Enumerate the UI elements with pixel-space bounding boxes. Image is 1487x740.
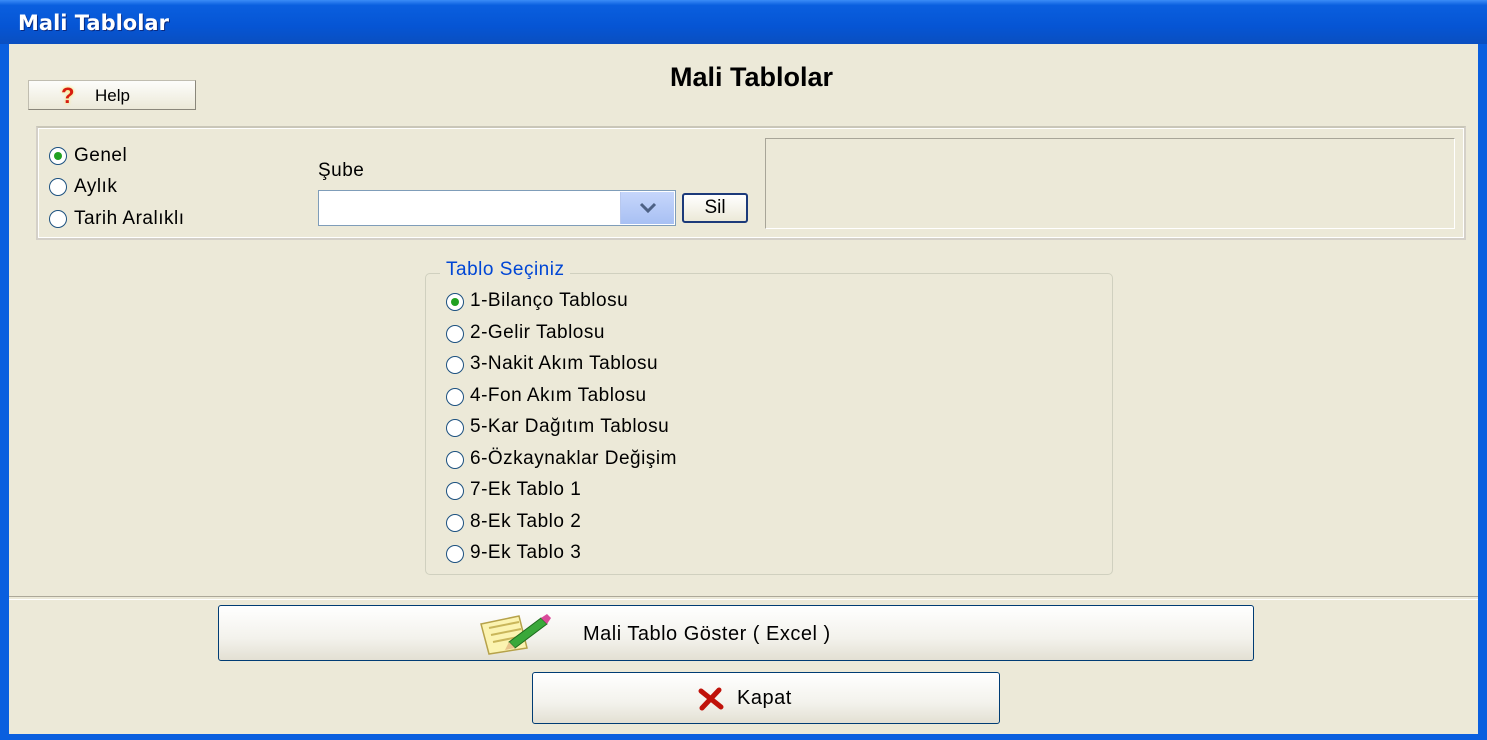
radio-genel-label[interactable]: Genel [74, 145, 127, 167]
radio-table-2-label[interactable]: 2-Gelir Tablosu [470, 322, 605, 344]
radio-table-6-label[interactable]: 6-Özkaynaklar Değişim [470, 448, 677, 470]
clear-branch-button[interactable]: Sil [682, 193, 748, 223]
main-window: Mali Tablolar ? Help Mali Tablolar Genel… [0, 0, 1487, 740]
radio-aylik[interactable] [49, 178, 67, 196]
show-excel-button[interactable]: Mali Tablo Göster ( Excel ) [218, 605, 1254, 661]
chevron-down-icon [639, 202, 657, 214]
page-title: Mali Tablolar [669, 62, 834, 92]
radio-table-7[interactable] [446, 482, 464, 500]
show-excel-label: Mali Tablo Göster ( Excel ) [583, 623, 831, 645]
radio-table-2[interactable] [446, 325, 464, 343]
window-title: Mali Tablolar [18, 11, 169, 35]
info-box [765, 138, 1455, 229]
radio-table-1-label[interactable]: 1-Bilanço Tablosu [470, 290, 628, 312]
window-frame-left [0, 44, 9, 740]
title-bar[interactable]: Mali Tablolar [0, 0, 1487, 44]
radio-table-4-label[interactable]: 4-Fon Akım Tablosu [470, 385, 647, 407]
radio-aylik-label[interactable]: Aylık [74, 176, 117, 198]
radio-tarih-aralikli-label[interactable]: Tarih Aralıklı [74, 208, 184, 230]
radio-table-3[interactable] [446, 356, 464, 374]
radio-table-5-label[interactable]: 5-Kar Dağıtım Tablosu [470, 416, 669, 438]
radio-table-7-label[interactable]: 7-Ek Tablo 1 [470, 479, 581, 501]
radio-table-4[interactable] [446, 388, 464, 406]
branch-dropdown-button[interactable] [620, 192, 674, 224]
radio-table-6[interactable] [446, 451, 464, 469]
radio-table-9-label[interactable]: 9-Ek Tablo 3 [470, 542, 581, 564]
radio-table-1[interactable] [446, 293, 464, 311]
radio-table-5[interactable] [446, 419, 464, 437]
branch-label: Şube [318, 160, 365, 181]
window-frame-bottom [0, 734, 1487, 740]
close-button[interactable]: Kapat [532, 672, 1000, 724]
radio-table-8[interactable] [446, 514, 464, 532]
separator [9, 596, 1478, 600]
window-frame-right [1478, 44, 1487, 740]
radio-genel[interactable] [49, 147, 67, 165]
table-selection-legend: Tablo Seçiniz [440, 259, 571, 281]
radio-table-9[interactable] [446, 545, 464, 563]
close-x-icon [698, 687, 724, 711]
close-label: Kapat [737, 687, 792, 709]
notepad-pencil-icon [480, 614, 551, 655]
radio-table-8-label[interactable]: 8-Ek Tablo 2 [470, 511, 581, 533]
radio-table-3-label[interactable]: 3-Nakit Akım Tablosu [470, 353, 658, 375]
radio-tarih-aralikli[interactable] [49, 210, 67, 228]
